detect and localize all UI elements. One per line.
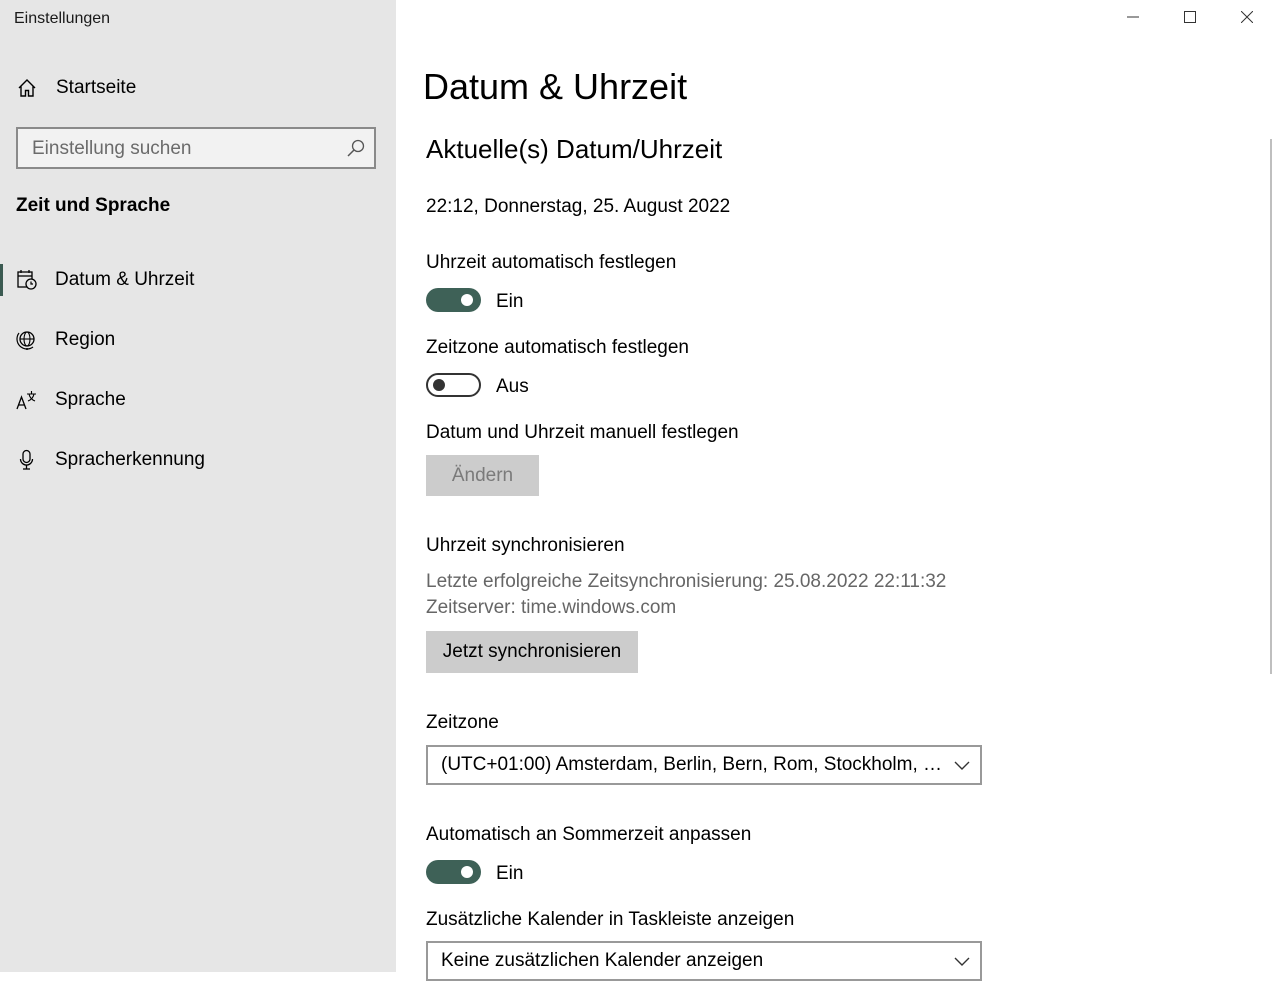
sync-heading: Uhrzeit synchronisieren: [426, 535, 625, 556]
current-datetime: 22:12, Donnerstag, 25. August 2022: [426, 196, 731, 217]
toggle-knob: [461, 866, 473, 878]
last-sync-text: Letzte erfolgreiche Zeitsynchronisierung…: [426, 571, 947, 592]
auto-time-state: Ein: [496, 291, 524, 312]
page-title: Datum & Uhrzeit: [423, 66, 688, 107]
section-title: Zeit und Sprache: [16, 195, 171, 216]
toggle-knob: [433, 379, 445, 391]
sidebar-item-spracherkennung[interactable]: Spracherkennung: [0, 438, 396, 482]
timezone-label: Zeitzone: [426, 712, 499, 733]
home-link[interactable]: Startseite: [16, 74, 386, 102]
home-label: Startseite: [56, 77, 137, 98]
calendar-value: Keine zusätzlichen Kalender anzeigen: [441, 950, 764, 971]
auto-timezone-state: Aus: [496, 376, 529, 397]
sidebar-item-sprache[interactable]: Sprache: [0, 378, 396, 422]
calendar-label: Zusätzliche Kalender in Taskleiste anzei…: [426, 909, 795, 930]
search-input[interactable]: Einstellung suchen: [16, 127, 376, 169]
dst-state: Ein: [496, 863, 524, 884]
search-placeholder: Einstellung suchen: [32, 138, 192, 159]
dst-label: Automatisch an Sommerzeit anpassen: [426, 824, 752, 845]
calendar-select[interactable]: Keine zusätzlichen Kalender anzeigen: [426, 941, 982, 981]
language-icon: [16, 391, 36, 410]
chevron-down-icon: [954, 761, 970, 770]
sidebar-item-region[interactable]: Region: [0, 318, 396, 362]
sidebar: Einstellungen Startseite Einstellung suc…: [0, 0, 396, 972]
sidebar-item-label: Sprache: [55, 389, 126, 410]
manual-label: Datum und Uhrzeit manuell festlegen: [426, 422, 739, 443]
search-icon[interactable]: [346, 138, 366, 158]
auto-time-toggle[interactable]: [426, 288, 481, 312]
sync-now-button[interactable]: Jetzt synchronisieren: [426, 631, 638, 673]
toggle-knob: [461, 294, 473, 306]
time-server-text: Zeitserver: time.windows.com: [426, 597, 677, 618]
auto-timezone-toggle[interactable]: [426, 373, 481, 397]
auto-timezone-label: Zeitzone automatisch festlegen: [426, 337, 689, 358]
sidebar-item-label: Spracherkennung: [55, 449, 205, 470]
sidebar-item-label: Datum & Uhrzeit: [55, 269, 195, 290]
dst-toggle[interactable]: [426, 860, 481, 884]
home-icon: [18, 79, 36, 97]
sidebar-item-label: Region: [55, 329, 116, 350]
timezone-select[interactable]: (UTC+01:00) Amsterdam, Berlin, Bern, Rom…: [426, 745, 982, 785]
timezone-value: (UTC+01:00) Amsterdam, Berlin, Bern, Rom…: [441, 754, 946, 775]
scrollbar[interactable]: [1270, 139, 1272, 674]
main-content: Datum & Uhrzeit Aktuelle(s) Datum/Uhrzei…: [396, 0, 1273, 981]
app-title: Einstellungen: [14, 10, 111, 27]
globe-icon: [16, 331, 35, 350]
current-datetime-heading: Aktuelle(s) Datum/Uhrzeit: [426, 134, 723, 164]
sidebar-item-datum-uhrzeit[interactable]: Datum & Uhrzeit: [0, 258, 396, 302]
calendar-clock-icon: [17, 270, 37, 290]
change-button[interactable]: Ändern: [426, 455, 539, 496]
chevron-down-icon: [954, 957, 970, 966]
auto-time-label: Uhrzeit automatisch festlegen: [426, 252, 677, 273]
microphone-icon: [19, 449, 34, 470]
